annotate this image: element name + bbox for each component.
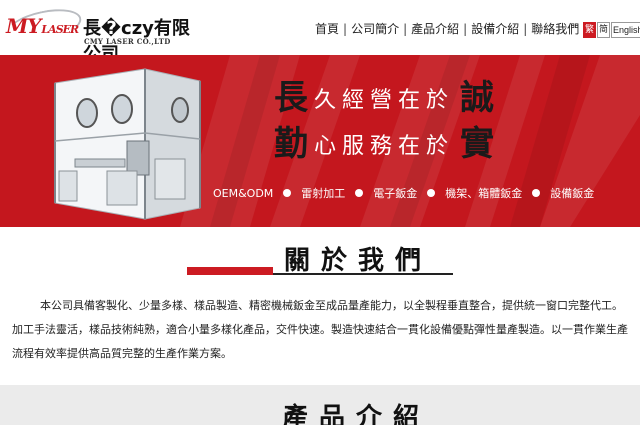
main-nav: 首頁 | 公司簡介 | 產品介紹 | 設備介紹 | 聯絡我們 xyxy=(311,20,583,37)
bullet-icon xyxy=(283,189,292,197)
title-underline xyxy=(273,273,453,275)
lang-english[interactable]: English xyxy=(611,22,640,38)
about-description: 本公司具備客製化、少量多樣、樣品製造、精密機械鈑金至成品量產能力，以全製程垂直整… xyxy=(12,299,628,360)
service-item: 機架、箱體鈑金 xyxy=(445,187,523,200)
laser-machine-image xyxy=(54,68,201,220)
slogan-line2-middle: 心服務在於 xyxy=(314,134,455,159)
about-section-title: 關於我們 xyxy=(284,246,433,276)
service-item: 電子鈑金 xyxy=(373,187,418,200)
products-section: 產品介紹 xyxy=(0,385,640,425)
service-item: 設備鈑金 xyxy=(550,187,595,200)
service-item: 雷射加工 xyxy=(301,187,346,200)
slogan-line2-last: 實 xyxy=(460,124,495,164)
logo-mark: MYLASER xyxy=(6,14,79,38)
bullet-icon xyxy=(532,189,541,197)
bullet-icon xyxy=(427,189,436,197)
service-list: OEM&ODM 雷射加工 電子鈑金 機架、箱體鈑金 設備鈑金 xyxy=(213,185,594,201)
slogan-line1-first: 長 xyxy=(274,78,308,118)
slogan-line2-first: 勤 xyxy=(274,124,308,164)
slogan-line-2: 勤 心服務在於 實 xyxy=(274,118,494,164)
lang-simplified[interactable]: 简 xyxy=(597,22,611,38)
company-logo[interactable]: MYLASER 長�czy有限公司 CMY LASER CO.,LTD xyxy=(3,3,196,65)
hero-banner: 長 久經營在於 誠 勤 心服務在於 實 OEM&ODM 雷射加工 電子鈑金 機架… xyxy=(0,55,640,227)
company-name-en: CMY LASER CO.,LTD xyxy=(84,37,171,46)
slogan-line1-middle: 久經營在於 xyxy=(314,88,455,113)
nav-item-products[interactable]: 產品介紹 xyxy=(407,20,463,37)
service-item: OEM&ODM xyxy=(213,186,274,200)
slogan-line1-last: 誠 xyxy=(460,78,495,118)
lang-traditional[interactable]: 繁 xyxy=(583,22,597,38)
nav-item-about[interactable]: 公司簡介 xyxy=(347,20,403,37)
site-header: MYLASER 長�czy有限公司 CMY LASER CO.,LTD 首頁 |… xyxy=(0,0,640,65)
slogan-line-1: 長 久經營在於 誠 xyxy=(274,72,494,118)
title-accent-bar xyxy=(187,267,273,275)
language-switcher: 繁 简 English xyxy=(583,22,640,38)
nav-item-contact[interactable]: 聯絡我們 xyxy=(527,20,583,37)
nav-item-equipment[interactable]: 設備介紹 xyxy=(467,20,523,37)
nav-item-home[interactable]: 首頁 xyxy=(311,20,343,37)
banner-slogan: 長 久經營在於 誠 勤 心服務在於 實 xyxy=(274,72,494,164)
bullet-icon xyxy=(355,189,364,197)
products-section-title: 產品介紹 xyxy=(282,403,431,425)
